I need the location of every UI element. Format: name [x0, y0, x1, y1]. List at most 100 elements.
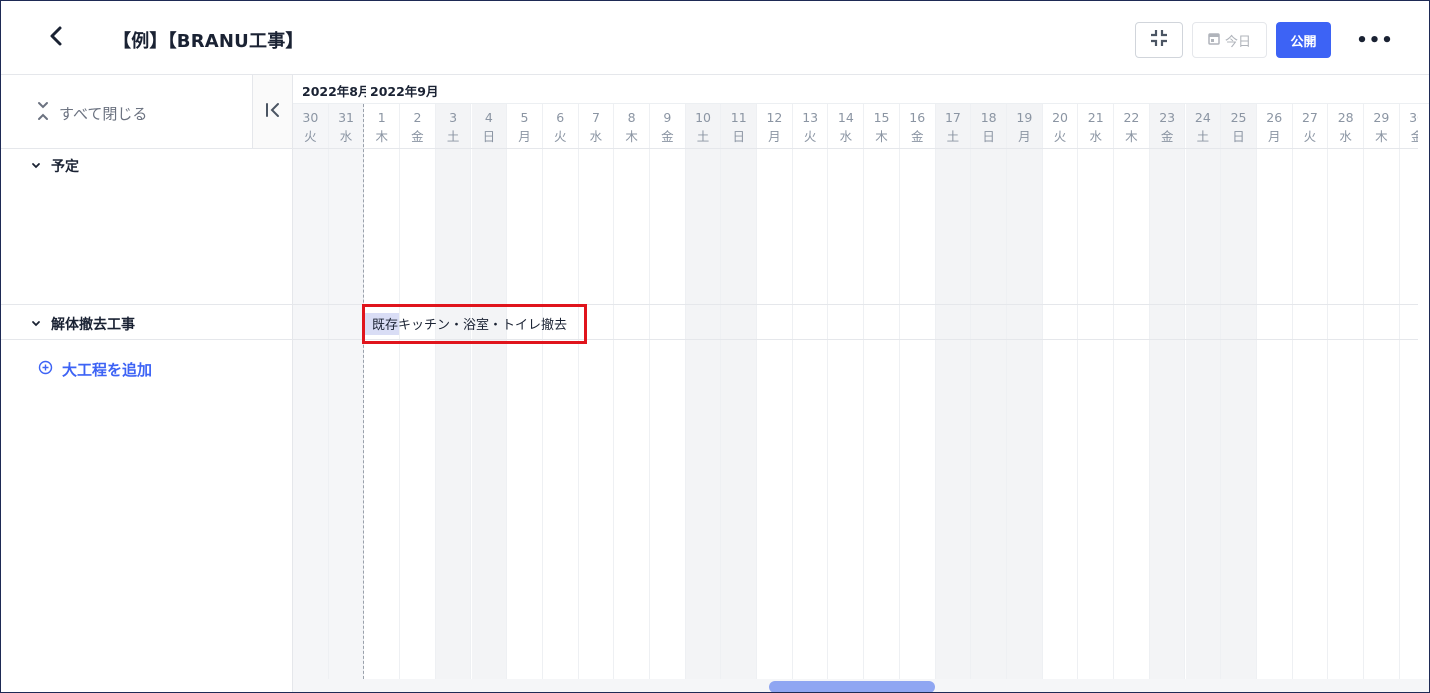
day-header: 30 火: [293, 108, 328, 146]
day-number: 13: [802, 110, 819, 125]
more-options-button[interactable]: •••: [1356, 22, 1393, 58]
day-number: 17: [944, 110, 961, 125]
day-header: 29 木: [1364, 108, 1399, 146]
day-header: 15 木: [864, 108, 899, 146]
divider: [293, 148, 1429, 149]
day-header: 26 月: [1257, 108, 1292, 146]
day-weekday: 木: [625, 129, 638, 144]
day-weekday: 火: [1053, 129, 1067, 144]
day-column: 7水: [579, 104, 615, 692]
top-bar: 【例】【BRANU工事】 今日 公開 •••: [1, 1, 1429, 75]
day-header: 1木: [364, 108, 399, 146]
day-column: 11 日: [721, 104, 758, 692]
day-header: 2金: [400, 108, 435, 146]
day-header: 5月: [507, 108, 542, 146]
day-number: 21: [1087, 110, 1104, 125]
day-number: 27: [1301, 110, 1318, 125]
day-header: 18 日: [971, 108, 1006, 146]
day-number: 4: [484, 110, 493, 125]
day-column: 28 水: [1328, 104, 1364, 692]
day-column: 14 水: [829, 104, 865, 692]
month-label-september: 2022年9月: [370, 81, 441, 100]
day-number: 1: [377, 110, 386, 125]
day-header: 3土: [436, 108, 471, 146]
day-column: 10 土: [685, 104, 722, 692]
day-column: 21 水: [1078, 104, 1115, 692]
day-weekday: 金: [1160, 129, 1174, 144]
plus-circle-icon: [38, 360, 53, 379]
day-number: 10: [695, 110, 711, 125]
day-number: 22: [1123, 110, 1140, 125]
day-number: 31: [338, 110, 354, 125]
day-column: 22 木: [1114, 104, 1150, 692]
day-weekday: 木: [1375, 129, 1388, 144]
divider: [293, 103, 1429, 104]
day-header: 22 木: [1114, 108, 1149, 146]
divider: [1, 339, 293, 340]
day-column: 4日: [471, 104, 508, 692]
day-column: 24 土: [1185, 104, 1222, 692]
day-weekday: 日: [732, 129, 745, 144]
collapse-panel-button[interactable]: [252, 75, 292, 149]
day-header: 21 水: [1078, 108, 1113, 146]
day-column: 23 金: [1149, 104, 1186, 692]
day-column: 1木: [364, 104, 401, 692]
day-column: 26 月: [1257, 104, 1293, 692]
day-column: 25 日: [1221, 104, 1257, 692]
day-number: 16: [909, 110, 926, 125]
day-column: 31 水: [328, 104, 365, 692]
day-weekday: 土: [946, 129, 960, 144]
calendar-gutter: [1418, 104, 1429, 679]
publish-button[interactable]: 公開: [1276, 22, 1331, 58]
day-weekday: 月: [518, 129, 531, 144]
day-header: 12 月: [757, 108, 792, 146]
day-weekday: 土: [446, 129, 460, 144]
day-column: 27 火: [1293, 104, 1329, 692]
day-column: 17 土: [935, 104, 972, 692]
day-weekday: 金: [411, 129, 424, 144]
day-weekday: 月: [768, 129, 781, 144]
scrollbar-thumb[interactable]: [769, 681, 935, 692]
day-header: 23 金: [1150, 108, 1185, 146]
day-number: 20: [1052, 110, 1068, 125]
day-number: 9: [663, 110, 672, 125]
day-weekday: 金: [661, 129, 674, 144]
day-weekday: 水: [1339, 129, 1352, 144]
day-weekday: 月: [1267, 129, 1281, 144]
day-weekday: 火: [803, 129, 817, 144]
add-major-process-button[interactable]: 大工程を追加: [38, 359, 152, 380]
gantt-calendar: 30 火 31 水 1 木 2 金 3 土 4 日 5 月 6 火 7 水 8 木 9 金 10 土 11 日 12 月 13 火 14 水 1…: [293, 75, 1429, 692]
day-number: 7: [591, 110, 600, 125]
close-all-button[interactable]: すべて閉じる: [37, 101, 147, 125]
collapse-view-button[interactable]: [1135, 22, 1183, 58]
day-header: 8木: [614, 108, 649, 146]
day-column: 15 木: [864, 104, 900, 692]
group-row-yotei[interactable]: 予定: [1, 155, 293, 177]
month-label-august: 2022年8月: [302, 81, 366, 100]
day-header: 25 日: [1221, 108, 1256, 146]
day-header: 13 火: [793, 108, 828, 146]
day-number: 11: [730, 110, 747, 125]
day-weekday: 土: [696, 129, 710, 144]
day-number: 29: [1373, 110, 1390, 125]
day-number: 15: [873, 110, 890, 125]
day-weekday: 木: [1125, 129, 1138, 144]
day-header: 27 火: [1293, 108, 1328, 146]
day-number: 8: [627, 110, 636, 125]
day-column: 3土: [435, 104, 472, 692]
group-row-kaitai[interactable]: 解体撤去工事: [1, 313, 293, 335]
today-button[interactable]: 今日: [1192, 22, 1267, 58]
group-label: 解体撤去工事: [51, 317, 135, 333]
day-header: 14 水: [829, 108, 864, 146]
day-number: 12: [766, 110, 783, 125]
day-header: 11 日: [721, 108, 756, 146]
today-label: 今日: [1224, 34, 1251, 50]
day-column: 9金: [650, 104, 686, 692]
day-column: 19 月: [1007, 104, 1043, 692]
back-button[interactable]: [41, 23, 71, 53]
day-column: 13 火: [793, 104, 829, 692]
day-header: 19 月: [1007, 108, 1042, 146]
day-number: 6: [556, 110, 565, 125]
day-number: 18: [980, 110, 997, 125]
day-header: 28 水: [1328, 108, 1363, 146]
